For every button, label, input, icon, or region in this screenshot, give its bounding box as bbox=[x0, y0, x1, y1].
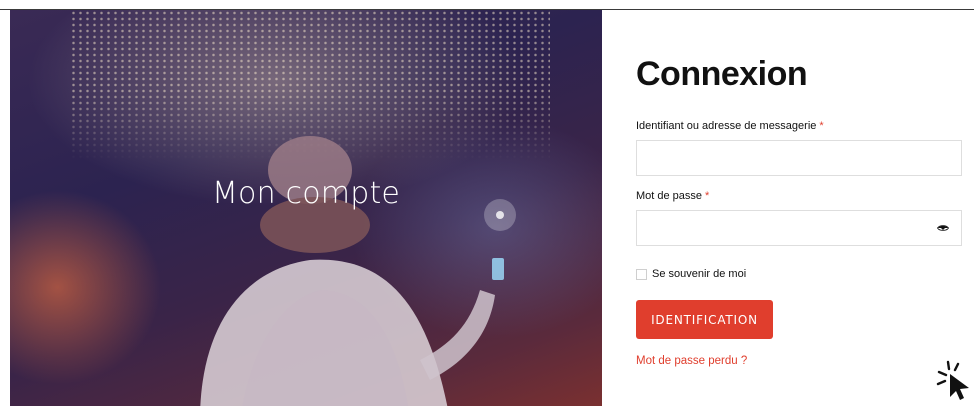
hero-photo-figure bbox=[200, 136, 516, 406]
hero-banner: Mon compte bbox=[10, 10, 602, 406]
login-form: Connexion Identifiant ou adresse de mess… bbox=[636, 54, 962, 367]
username-label-text: Identifiant ou adresse de messagerie bbox=[636, 120, 817, 132]
eye-icon[interactable] bbox=[937, 224, 949, 232]
username-field-wrapper bbox=[636, 140, 962, 176]
login-title: Connexion bbox=[636, 55, 808, 93]
required-asterisk: * bbox=[819, 120, 824, 132]
required-asterisk: * bbox=[705, 190, 710, 202]
password-label-text: Mot de passe bbox=[636, 190, 703, 202]
hero-title: Mon compte bbox=[211, 176, 401, 211]
password-label: Mot de passe * bbox=[636, 189, 962, 203]
username-label: Identifiant ou adresse de messagerie * bbox=[636, 119, 962, 133]
login-submit-button[interactable]: IDENTIFICATION bbox=[636, 300, 773, 339]
username-input[interactable] bbox=[637, 141, 961, 175]
remember-me-label: Se souvenir de moi bbox=[652, 268, 747, 280]
top-border bbox=[0, 0, 974, 10]
password-input[interactable] bbox=[637, 211, 961, 245]
login-page: Mon compte Connexion Identifiant ou adre… bbox=[0, 0, 974, 406]
click-cursor-icon bbox=[936, 360, 969, 400]
remember-me-checkbox[interactable] bbox=[636, 268, 647, 280]
password-field-wrapper bbox=[636, 210, 962, 246]
lost-password-link[interactable]: Mot de passe perdu ? bbox=[636, 355, 962, 367]
remember-me-option[interactable]: Se souvenir de moi bbox=[636, 268, 962, 280]
